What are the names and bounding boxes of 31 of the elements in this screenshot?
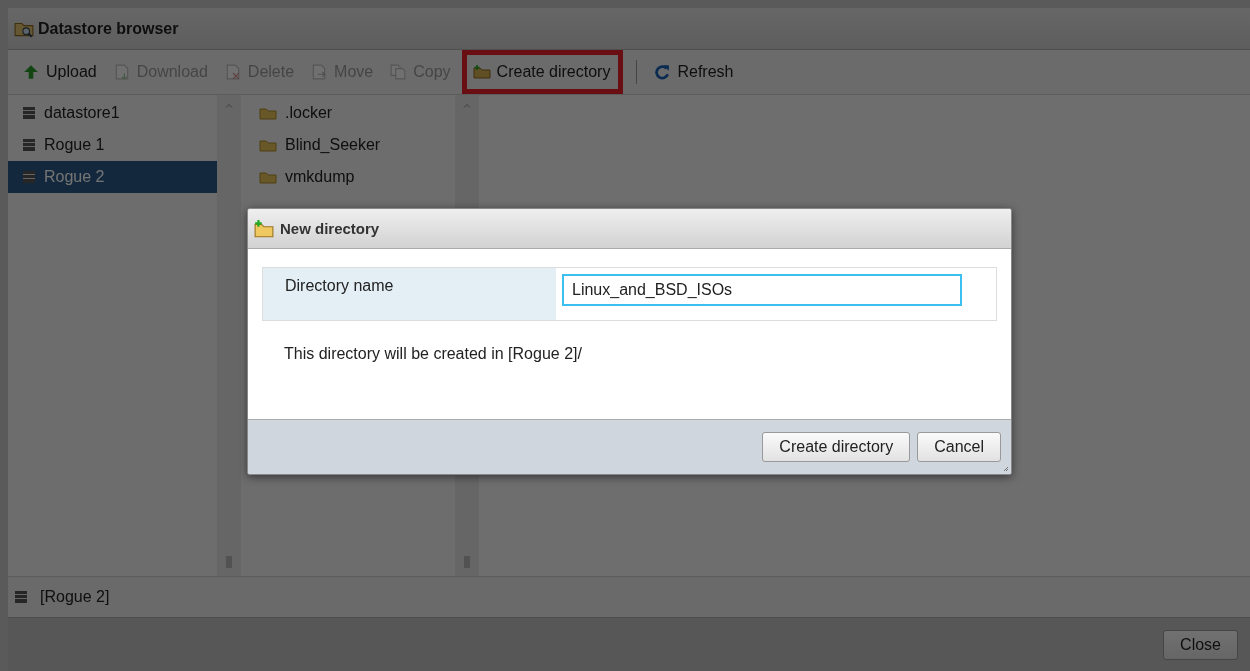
toolbar-button[interactable]: Refresh [647,55,742,89]
database-icon [22,106,36,120]
create-directory-button[interactable]: Create directory [466,55,619,89]
toolbar-button[interactable]: Upload [16,55,105,89]
datastore-item[interactable]: Rogue 2 [8,161,217,193]
resize-grip-icon[interactable] [1003,466,1009,472]
folder-plus-icon [472,64,491,80]
scrollbar[interactable] [217,95,241,576]
cancel-button[interactable]: Cancel [917,432,1001,462]
folder-item[interactable]: .locker [241,97,455,129]
dialog-title: New directory [280,220,380,237]
folder-item[interactable]: Blind_Seeker [241,129,455,161]
folder-icon [259,106,277,120]
create-directory-button[interactable]: Create directory [762,432,911,462]
database-icon [14,590,28,604]
directory-name-field[interactable]: Linux_and_BSD_ISOs [562,274,962,306]
folder-item[interactable]: vmkdump [241,161,455,193]
datastore-item[interactable]: Rogue 1 [8,129,217,161]
window-title: Datastore browser [38,19,179,38]
refresh-icon [653,64,672,80]
info-text: This directory will be created in [Rogue 2]/ [284,345,583,363]
folder-icon [259,170,277,184]
close-button[interactable]: Close [1163,629,1238,660]
folder-plus-icon [254,219,274,238]
database-icon [22,170,36,184]
field-label: Directory name [285,277,394,294]
database-icon [22,138,36,152]
folder-icon [259,138,277,152]
up-arrow-icon [22,64,40,80]
datastore-item[interactable]: datastore1 [8,97,217,129]
status-path: [Rogue 2] [40,588,110,606]
